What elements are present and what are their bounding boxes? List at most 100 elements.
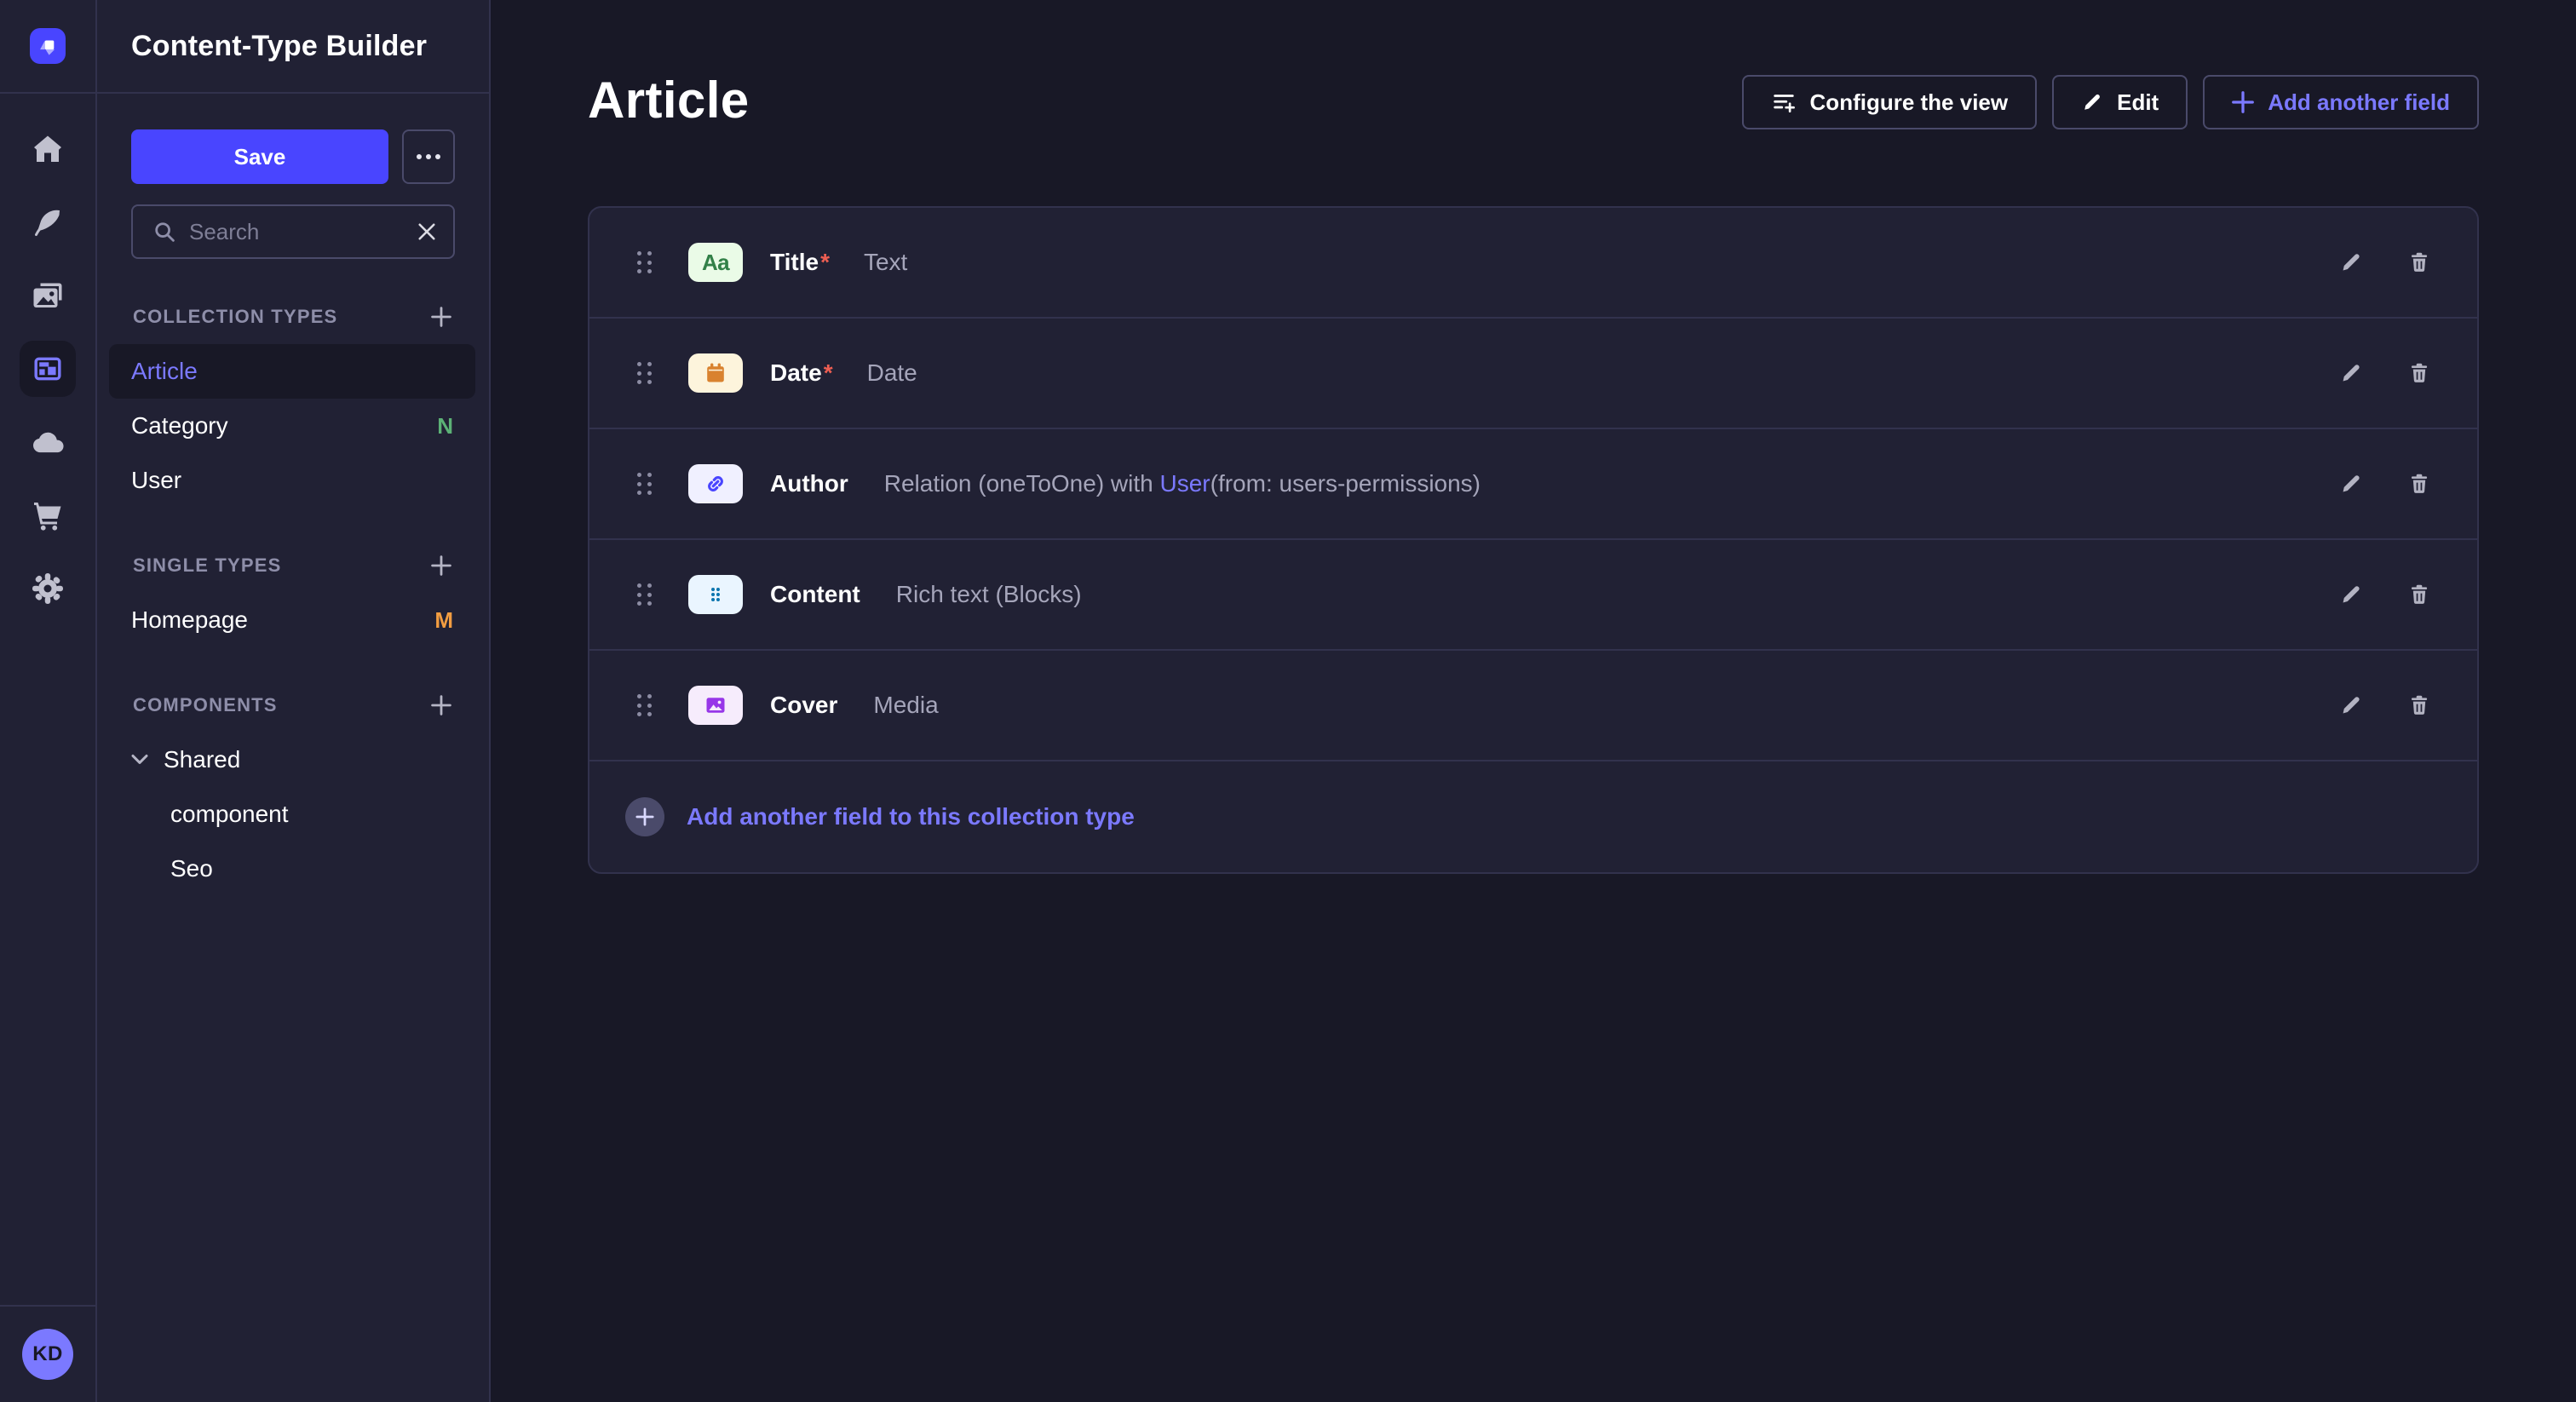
item-label: User <box>131 467 181 494</box>
pencil-icon <box>2339 693 2363 717</box>
collection-types-list: Article Category N User <box>109 344 475 508</box>
required-asterisk: * <box>820 249 830 275</box>
edit-field-button[interactable] <box>2336 690 2366 721</box>
add-component-button[interactable] <box>428 692 455 719</box>
clear-search-icon[interactable] <box>417 222 436 241</box>
sidebar-item-user[interactable]: User <box>109 453 475 508</box>
field-name: Title* <box>770 249 830 276</box>
save-button[interactable]: Save <box>131 129 388 184</box>
drag-handle[interactable] <box>637 583 654 606</box>
field-row-title: Aa Title* Text <box>589 208 2477 319</box>
configure-list-icon <box>1771 89 1797 115</box>
drag-handle[interactable] <box>637 251 654 273</box>
add-another-field-label: Add another field <box>2268 89 2450 116</box>
plus-icon <box>431 307 451 327</box>
field-row-content: Content Rich text (Blocks) <box>589 540 2477 651</box>
field-type: Media <box>873 692 938 719</box>
more-actions-button[interactable] <box>402 129 455 184</box>
row-actions <box>2336 358 2435 388</box>
sidebar-item-deploy[interactable] <box>0 405 95 479</box>
add-field-row-label: Add another field to this collection typ… <box>687 803 1135 830</box>
search-box <box>131 204 455 259</box>
edit-label: Edit <box>2117 89 2159 116</box>
relation-target: User <box>1160 470 1210 497</box>
components-list: Shared component Seo <box>109 733 475 896</box>
edit-field-button[interactable] <box>2336 579 2366 610</box>
trash-icon <box>2407 250 2431 274</box>
item-label: component <box>170 801 289 828</box>
components-label: COMPONENTS <box>133 694 278 716</box>
sidebar-item-settings[interactable] <box>0 552 95 625</box>
header-actions: Configure the view Edit Add another fiel… <box>1742 72 2479 129</box>
active-nav-highlight <box>20 341 76 397</box>
plus-icon <box>431 695 451 715</box>
configure-view-button[interactable]: Configure the view <box>1742 75 2038 129</box>
edit-button[interactable]: Edit <box>2052 75 2188 129</box>
trash-icon <box>2407 583 2431 606</box>
sidebar-item-content-type-builder[interactable] <box>0 332 95 405</box>
add-field-row[interactable]: Add another field to this collection typ… <box>589 761 2477 872</box>
edit-field-button[interactable] <box>2336 247 2366 278</box>
trash-icon <box>2407 361 2431 385</box>
delete-field-button[interactable] <box>2404 247 2435 278</box>
delete-field-button[interactable] <box>2404 468 2435 499</box>
delete-field-button[interactable] <box>2404 579 2435 610</box>
add-single-type-button[interactable] <box>428 552 455 579</box>
row-actions <box>2336 468 2435 499</box>
add-another-field-button[interactable]: Add another field <box>2203 75 2479 129</box>
gear-icon <box>31 572 65 606</box>
field-name: Date* <box>770 359 833 387</box>
add-field-circle <box>625 797 664 836</box>
sidebar-group-shared[interactable]: Shared <box>109 733 475 787</box>
cloud-icon <box>30 424 66 460</box>
sidebar-item-article[interactable]: Article <box>109 344 475 399</box>
pencil-icon <box>2339 472 2363 496</box>
user-avatar[interactable]: KD <box>22 1329 73 1380</box>
home-icon <box>31 132 65 166</box>
trash-icon <box>2407 472 2431 496</box>
media-field-icon <box>688 686 743 725</box>
drag-handle[interactable] <box>637 362 654 384</box>
field-row-author: Author Relation (oneToOne) with User(fro… <box>589 429 2477 540</box>
sidebar-item-category[interactable]: Category N <box>109 399 475 453</box>
status-badge: M <box>434 607 453 634</box>
text-field-icon: Aa <box>688 243 743 282</box>
save-row: Save <box>131 129 455 184</box>
item-label: Category <box>131 412 228 440</box>
subnav-body: Save COLLECTION TYPES <box>97 94 489 896</box>
edit-field-button[interactable] <box>2336 468 2366 499</box>
pencil-icon <box>2339 361 2363 385</box>
field-row-cover: Cover Media <box>589 651 2477 761</box>
delete-field-button[interactable] <box>2404 358 2435 388</box>
single-types-section-header: SINGLE TYPES <box>131 552 455 579</box>
drag-handle[interactable] <box>637 694 654 716</box>
sidebar-item-marketplace[interactable] <box>0 479 95 552</box>
add-collection-type-button[interactable] <box>428 303 455 330</box>
field-type: Date <box>867 359 917 387</box>
field-type: Rich text (Blocks) <box>896 581 1082 608</box>
date-field-icon <box>688 353 743 393</box>
search-input[interactable] <box>189 219 404 245</box>
sidebar-item-homepage[interactable]: Homepage M <box>109 593 475 647</box>
field-type: Relation (oneToOne) with User(from: user… <box>884 470 1481 497</box>
drag-handle[interactable] <box>637 473 654 495</box>
configure-view-label: Configure the view <box>1810 89 2009 116</box>
rail-header <box>0 0 95 94</box>
content-type-builder-subnav: Content-Type Builder Save <box>97 0 491 1402</box>
field-row-date: Date* Date <box>589 319 2477 429</box>
dot <box>435 154 440 159</box>
row-actions <box>2336 690 2435 721</box>
strapi-logo[interactable] <box>30 28 66 64</box>
delete-field-button[interactable] <box>2404 690 2435 721</box>
row-actions <box>2336 579 2435 610</box>
sidebar-item-content-manager[interactable] <box>0 186 95 259</box>
sidebar-item-component[interactable]: component <box>109 787 475 842</box>
sidebar-item-media-library[interactable] <box>0 259 95 332</box>
collection-types-label: COLLECTION TYPES <box>133 306 337 328</box>
group-label: Shared <box>164 746 240 773</box>
sidebar-item-seo[interactable]: Seo <box>109 842 475 896</box>
pencil-icon <box>2339 583 2363 606</box>
edit-field-button[interactable] <box>2336 358 2366 388</box>
dot <box>426 154 431 159</box>
sidebar-item-home[interactable] <box>0 112 95 186</box>
